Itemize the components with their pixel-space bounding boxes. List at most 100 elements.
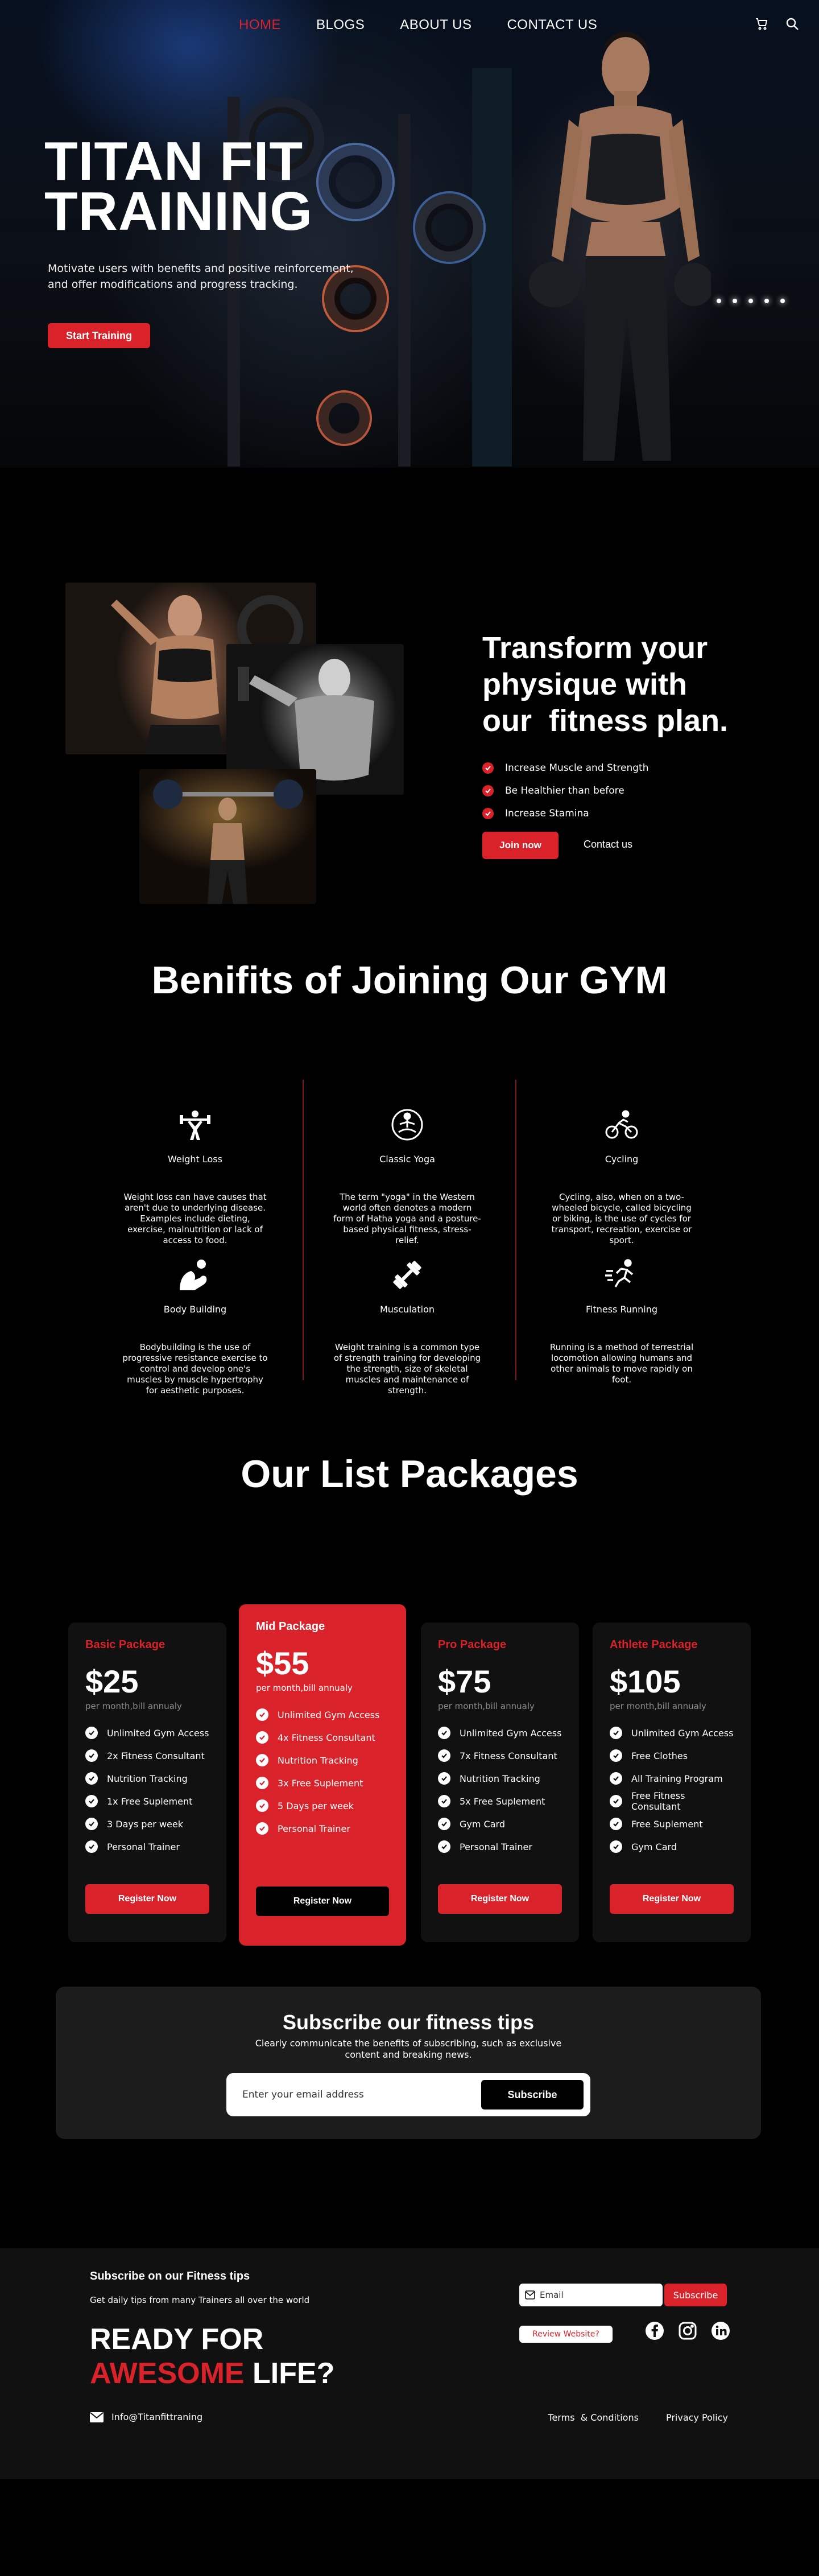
benefits-title: Benifits of Joining Our GYM	[151, 959, 668, 1002]
footer-contact-email: Info@Titanfittraning	[90, 2412, 202, 2422]
packages-title: Our List Packages	[241, 1452, 578, 1496]
feature-label: 3 Days per week	[107, 1818, 183, 1830]
check-icon	[438, 1749, 450, 1762]
check-icon	[256, 1822, 268, 1835]
contact-us-link[interactable]: Contact us	[584, 839, 632, 851]
feature-list: Unlimited Gym Access 4x Fitness Consulta…	[256, 1703, 389, 1840]
facebook-icon[interactable]	[645, 2321, 664, 2340]
feature-label: Nutrition Tracking	[278, 1755, 358, 1766]
feature-label: Personal Trainer	[278, 1823, 350, 1834]
footer-email-input[interactable]	[540, 2288, 653, 2302]
nav-contact-us[interactable]: CONTACT US	[507, 17, 597, 33]
feature-item: Gym Card	[610, 1835, 734, 1858]
register-now-button[interactable]: Register Now	[85, 1884, 209, 1914]
slogan-line1: READY FOR	[90, 2323, 264, 2356]
feature-label: Free Clothes	[631, 1750, 688, 1761]
check-icon	[85, 1772, 98, 1785]
package-price: $25	[85, 1663, 139, 1699]
feature-label: Unlimited Gym Access	[460, 1727, 562, 1739]
cart-icon[interactable]	[755, 17, 768, 31]
transform-checklist: Increase Muscle and Strength Be Healthie…	[482, 757, 649, 825]
feature-label: 7x Fitness Consultant	[460, 1750, 557, 1761]
feature-label: Free Fitness Consultant	[631, 1790, 685, 1812]
start-training-button[interactable]: Start Training	[48, 323, 150, 348]
transform-title-line2: physique with	[482, 667, 688, 701]
feature-item: Nutrition Tracking	[85, 1767, 209, 1790]
benefit-title: Cycling	[605, 1154, 639, 1165]
feature-item: Personal Trainer	[438, 1835, 562, 1858]
subscribe-button[interactable]: Subscribe	[481, 2080, 584, 2109]
benefit-description: Weight loss can have causes that aren't …	[123, 1192, 267, 1245]
check-label: Increase Stamina	[505, 808, 589, 819]
check-item: Increase Stamina	[482, 802, 649, 825]
hero-description: Motivate users with benefits and positiv…	[48, 262, 354, 291]
feature-label: 5x Free Suplement	[460, 1795, 545, 1807]
dumbbell-icon	[393, 1261, 421, 1289]
footer-subscribe-button[interactable]: Subscribe	[664, 2284, 727, 2306]
transform-title-line3: our fitness plan.	[482, 704, 729, 738]
check-icon	[610, 1795, 622, 1807]
package-price: $55	[256, 1645, 309, 1681]
check-icon	[256, 1777, 268, 1789]
rack-pole	[398, 114, 411, 467]
privacy-policy-link[interactable]: Privacy Policy	[666, 2412, 728, 2423]
feature-label: 5 Days per week	[278, 1800, 354, 1811]
email-input[interactable]	[242, 2084, 481, 2105]
feature-label: Personal Trainer	[107, 1841, 180, 1852]
subscribe-section: Subscribe our fitness tips Clearly commu…	[0, 1987, 819, 2248]
envelope-icon	[90, 2412, 104, 2422]
package-card-athlete: Athlete Package $105 per month,bill annu…	[593, 1623, 751, 1942]
check-icon	[438, 1818, 450, 1830]
feature-item: Free Clothes	[610, 1744, 734, 1767]
check-icon	[256, 1731, 268, 1744]
feature-item: Unlimited Gym Access	[438, 1722, 562, 1744]
weight-plate	[318, 145, 392, 219]
join-now-button[interactable]: Join now	[482, 832, 559, 859]
feature-label: Gym Card	[460, 1818, 505, 1830]
cycling-icon	[605, 1110, 638, 1139]
footer-title: Subscribe on our Fitness tips	[90, 2270, 250, 2282]
search-icon[interactable]	[785, 17, 799, 31]
check-icon	[256, 1799, 268, 1812]
contact-email-text[interactable]: Info@Titanfittraning	[111, 2412, 202, 2422]
review-website-button[interactable]: Review Website?	[519, 2326, 613, 2343]
package-billing: per month,bill annualy	[438, 1701, 535, 1711]
subscribe-form: Subscribe	[226, 2073, 590, 2116]
package-name: Basic Package	[85, 1638, 166, 1651]
register-now-button[interactable]: Register Now	[438, 1884, 562, 1914]
check-icon	[438, 1795, 450, 1807]
register-now-button[interactable]: Register Now	[256, 1886, 389, 1916]
package-billing: per month,bill annualy	[610, 1701, 706, 1711]
nav-blogs[interactable]: BLOGS	[316, 17, 365, 33]
check-icon	[610, 1749, 622, 1762]
check-icon	[85, 1818, 98, 1830]
footer-links: Terms & Conditions Privacy Policy	[548, 2412, 728, 2423]
check-icon	[85, 1749, 98, 1762]
register-now-button[interactable]: Register Now	[610, 1884, 734, 1914]
linkedin-icon[interactable]	[711, 2321, 730, 2340]
terms-link[interactable]: Terms & Conditions	[548, 2412, 639, 2423]
feature-item: All Training Program	[610, 1767, 734, 1790]
running-icon	[605, 1259, 634, 1287]
gym-pillar	[472, 68, 512, 467]
check-icon	[482, 785, 494, 796]
check-item: Increase Muscle and Strength	[482, 757, 649, 779]
top-nav: HOME BLOGS ABOUT US CONTACT US	[0, 17, 819, 38]
package-price: $75	[438, 1663, 491, 1699]
check-icon	[438, 1772, 450, 1785]
nav-home[interactable]: HOME	[239, 17, 281, 33]
nav-about-us[interactable]: ABOUT US	[400, 17, 471, 33]
divider	[303, 1080, 304, 1380]
divider	[515, 1080, 516, 1380]
bodybuilding-icon	[180, 1260, 207, 1290]
instagram-icon[interactable]	[678, 2321, 697, 2340]
package-price: $105	[610, 1663, 681, 1699]
benefit-title: Weight Loss	[168, 1154, 222, 1165]
package-card-mid: Mid Package $55 per month,bill annualy U…	[239, 1604, 406, 1946]
check-icon	[438, 1840, 450, 1853]
benefit-body-building: Body Building Bodybuilding is the use of…	[121, 1257, 269, 1396]
check-icon	[438, 1727, 450, 1739]
check-icon	[85, 1795, 98, 1807]
package-billing: per month,bill annualy	[256, 1683, 353, 1693]
feature-item: Unlimited Gym Access	[610, 1722, 734, 1744]
